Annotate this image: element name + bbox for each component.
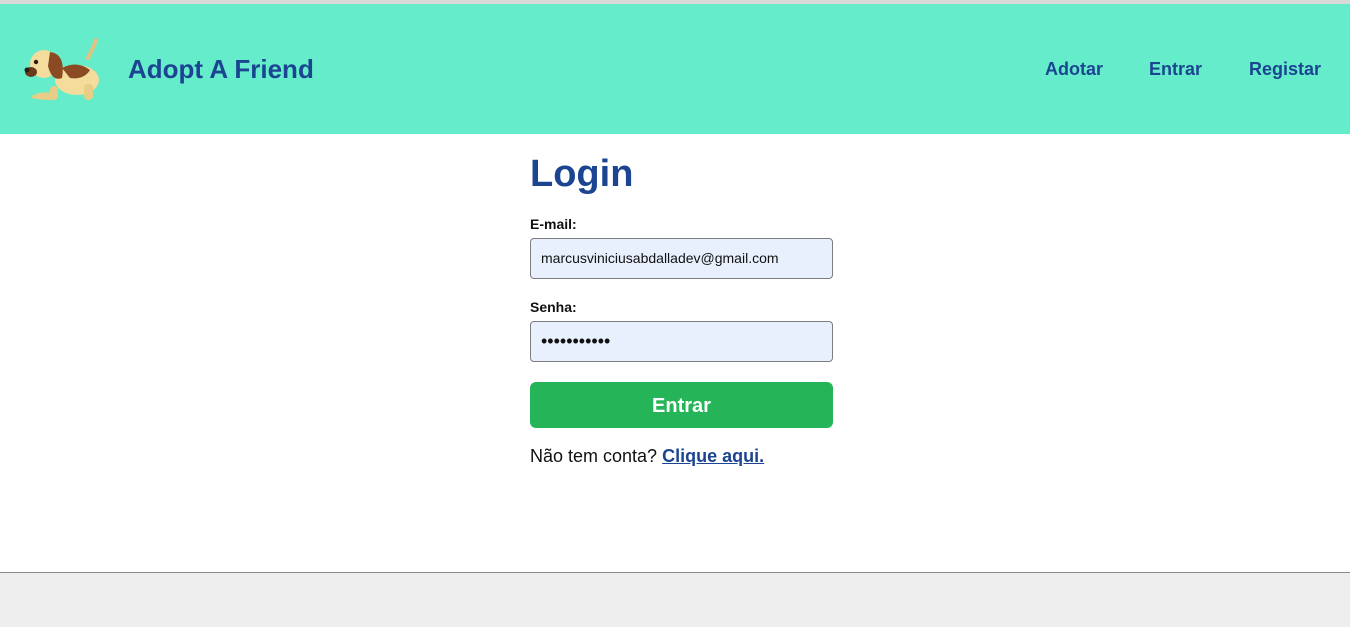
email-field[interactable]: marcusviniciusabdalladev@gmail.com <box>530 238 833 279</box>
password-field[interactable]: ••••••••••• <box>530 321 833 362</box>
navbar: Adopt A Friend Adotar Entrar Registar <box>0 4 1350 134</box>
register-prompt-line: Não tem conta? Clique aqui. <box>530 446 833 467</box>
nav-link-adotar[interactable]: Adotar <box>1045 59 1103 80</box>
page-title: Login <box>530 153 634 195</box>
password-label: Senha: <box>530 299 577 315</box>
footer <box>0 572 1350 627</box>
register-prompt-text: Não tem conta? <box>530 446 658 466</box>
email-label: E-mail: <box>530 216 577 232</box>
register-link[interactable]: Clique aqui. <box>662 446 764 466</box>
login-button[interactable]: Entrar <box>530 382 833 428</box>
nav-link-entrar[interactable]: Entrar <box>1149 59 1202 80</box>
login-form: Login E-mail: marcusviniciusabdalladev@g… <box>530 150 833 467</box>
nav-link-registar[interactable]: Registar <box>1249 59 1321 80</box>
dog-logo-icon[interactable] <box>22 36 102 104</box>
brand-title[interactable]: Adopt A Friend <box>128 54 314 85</box>
